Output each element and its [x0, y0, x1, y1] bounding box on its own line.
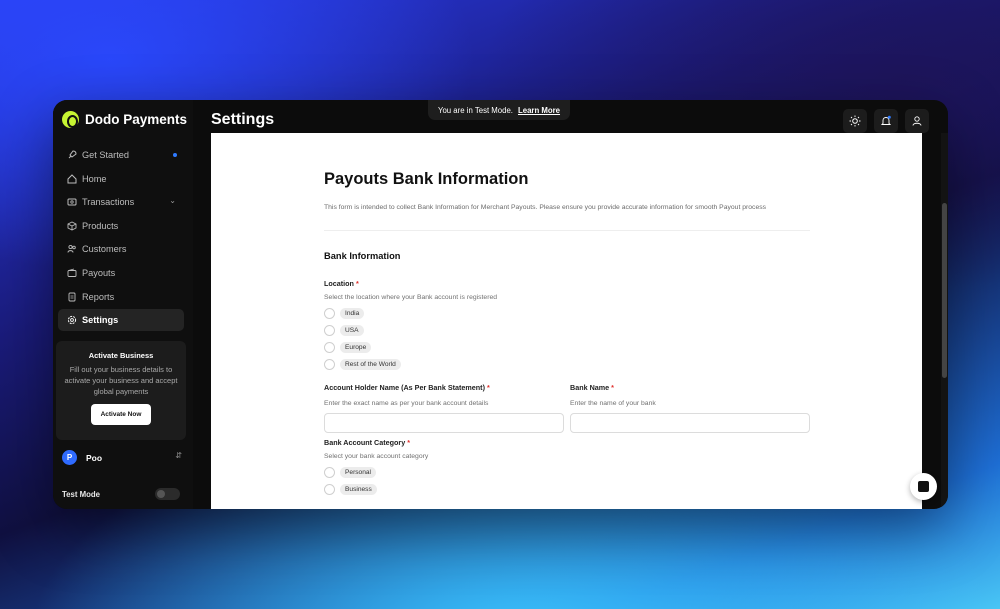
form-title: Payouts Bank Information: [324, 170, 529, 188]
divider: [324, 230, 810, 231]
notification-dot: [173, 153, 177, 157]
account-category-radio-group: Personal Business: [324, 464, 377, 498]
app-window: Dodo Payments Get Started Home Transacti…: [53, 100, 948, 509]
sidebar-item-label: Reports: [82, 291, 115, 302]
radio-option-rest-of-world[interactable]: Rest of the World: [324, 356, 401, 373]
radio-option-europe[interactable]: Europe: [324, 339, 401, 356]
account-category-label: Bank Account Category *: [324, 438, 411, 447]
form-intro: This form is intended to collect Bank In…: [324, 204, 767, 211]
sun-icon: [849, 115, 861, 127]
bank-name-label: Bank Name *: [570, 383, 614, 392]
test-mode-banner: You are in Test Mode. Learn More: [428, 100, 570, 120]
radio-option-business[interactable]: Business: [324, 481, 377, 498]
sidebar-item-label: Transactions: [82, 197, 135, 208]
account-name: Poo: [86, 452, 103, 463]
sidebar-nav: Get Started Home Transactions ⌄ Products…: [58, 144, 184, 333]
sidebar-item-products[interactable]: Products: [58, 215, 184, 237]
activate-card-description: Fill out your business details to activa…: [64, 365, 178, 396]
wallet-icon: [66, 267, 77, 278]
account-switcher[interactable]: P Poo ⇵: [62, 450, 182, 465]
dodo-logo-icon: [62, 111, 79, 128]
avatar: P: [62, 450, 77, 465]
page-title: Settings: [211, 111, 275, 128]
profile-button[interactable]: [905, 109, 929, 133]
radio-label: Europe: [340, 342, 372, 353]
account-holder-hint: Enter the exact name as per your bank ac…: [324, 400, 489, 407]
radio-button[interactable]: [324, 325, 335, 336]
sidebar-item-settings[interactable]: Settings: [58, 309, 184, 332]
radio-option-india[interactable]: India: [324, 305, 401, 322]
chat-support-button[interactable]: [910, 473, 937, 500]
theme-toggle-button[interactable]: [843, 109, 867, 133]
account-category-hint: Select your bank account category: [324, 453, 429, 460]
location-field: Location *: [324, 279, 359, 288]
bank-name-hint: Enter the name of your bank: [570, 400, 656, 407]
brand[interactable]: Dodo Payments: [62, 111, 187, 128]
test-mode-toggle[interactable]: [155, 488, 180, 500]
radio-label: USA: [340, 325, 364, 336]
radio-label: Business: [340, 484, 377, 495]
chevron-down-icon[interactable]: ⌄: [169, 196, 176, 205]
sidebar-item-label: Payouts: [82, 267, 116, 278]
sidebar-item-label: Customers: [82, 244, 127, 255]
scrollbar[interactable]: [941, 133, 948, 509]
section-title: Bank Information: [324, 251, 401, 261]
radio-label: India: [340, 308, 365, 319]
test-mode-label: Test Mode: [62, 489, 100, 499]
radio-button[interactable]: [324, 342, 335, 353]
activate-card-title: Activate Business: [88, 351, 154, 360]
sidebar-item-label: Home: [82, 173, 107, 184]
sidebar-item-label: Get Started: [82, 150, 129, 160]
radio-option-usa[interactable]: USA: [324, 322, 401, 339]
test-mode-banner-text: You are in Test Mode.: [437, 105, 513, 115]
box-icon: [66, 220, 77, 231]
sidebar-item-home[interactable]: Home: [58, 168, 184, 190]
learn-more-link[interactable]: Learn More: [518, 106, 560, 115]
test-mode-row: Test Mode: [62, 488, 180, 500]
radio-label: Rest of the World: [340, 359, 401, 370]
sidebar-item-customers[interactable]: Customers: [58, 238, 184, 260]
location-label: Location *: [324, 279, 359, 288]
notifications-button[interactable]: [874, 109, 898, 133]
settings-content: Payouts Bank Information This form is in…: [211, 133, 922, 509]
radio-button[interactable]: [324, 484, 335, 495]
user-icon: [912, 116, 922, 126]
sidebar-item-label: Products: [82, 220, 119, 231]
location-radio-group: India USA Europe Rest of the World: [324, 305, 401, 373]
scroll-thumb[interactable]: [942, 203, 947, 378]
sidebar-item-payouts[interactable]: Payouts: [58, 262, 184, 284]
report-icon: [66, 291, 77, 302]
bank-name-input[interactable]: [570, 413, 810, 433]
chevron-updown-icon: ⇵: [175, 451, 182, 460]
sidebar-item-transactions[interactable]: Transactions ⌄: [58, 191, 184, 213]
bank-name-field: Bank Name * Enter the name of your bank: [570, 383, 810, 433]
radio-option-personal[interactable]: Personal: [324, 464, 377, 481]
users-icon: [66, 244, 77, 255]
account-holder-field: Account Holder Name (As Per Bank Stateme…: [324, 383, 564, 433]
chat-icon: [918, 481, 929, 492]
sidebar-item-label: Settings: [82, 315, 119, 326]
radio-button[interactable]: [324, 308, 335, 319]
sidebar: Dodo Payments Get Started Home Transacti…: [53, 100, 193, 509]
sidebar-item-get-started[interactable]: Get Started: [58, 144, 184, 166]
sidebar-item-reports[interactable]: Reports: [58, 286, 184, 308]
bell-icon: [880, 115, 892, 125]
account-holder-input[interactable]: [324, 413, 564, 433]
radio-button[interactable]: [324, 467, 335, 478]
brand-name: Dodo Payments: [85, 112, 188, 127]
gear-icon: [66, 315, 77, 326]
transactions-icon: [66, 197, 77, 208]
radio-label: Personal: [340, 467, 377, 478]
activate-now-button[interactable]: Activate Now: [90, 404, 152, 425]
account-holder-label: Account Holder Name (As Per Bank Stateme…: [324, 383, 490, 392]
activate-business-card: Activate Business Fill out your business…: [56, 341, 186, 440]
location-hint: Select the location where your Bank acco…: [324, 294, 498, 301]
account-category-field: Bank Account Category *: [324, 438, 410, 447]
radio-button[interactable]: [324, 359, 335, 370]
rocket-icon: [66, 150, 77, 161]
home-icon: [66, 173, 77, 184]
